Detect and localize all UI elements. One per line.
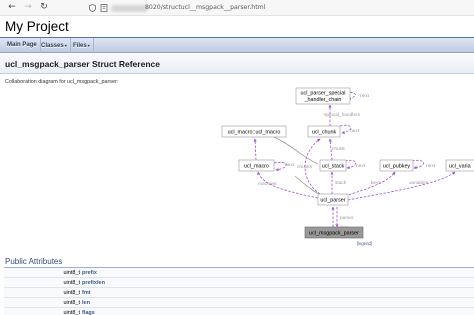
url-text[interactable]: 8020/structucl__msgpack__parser.html	[145, 2, 265, 14]
member-row: uint8_t fmt	[4, 288, 474, 298]
node-label: ucl_parser_special	[301, 91, 346, 97]
tab-classes-label: Classes	[41, 43, 64, 49]
node-ucl-macro-ucl-macro[interactable]: ucl_macro::ucl_macro	[221, 125, 287, 138]
page-title: ucl_msgpack_parser Struct Reference	[5, 59, 160, 69]
member-type: uint8_t	[63, 310, 80, 315]
edge-stack-next	[344, 159, 357, 170]
edge-label-chunks: chunks	[297, 164, 313, 170]
member-name-link[interactable]: prefix	[82, 268, 97, 278]
member-name-link[interactable]: len	[82, 298, 90, 308]
node-label: ucl_macro::ucl_macro	[228, 130, 281, 136]
node-ucl-pubkey[interactable]: ucl_pubkey	[379, 159, 414, 172]
member-row: uint8_t prefix	[4, 268, 474, 278]
node-label: ucl_parser	[320, 198, 345, 204]
browser-toolbar: ← → ↻ 8020/structucl__msgpack__parser.ht…	[0, 0, 474, 16]
edge-gray-2	[294, 175, 323, 197]
member-row: uint8_t flags	[4, 308, 474, 315]
node-ucl-macro[interactable]: ucl_macro	[238, 159, 275, 172]
node-label: ucl_macro	[244, 164, 269, 170]
project-name: My Project	[5, 19, 69, 34]
reload-icon[interactable]: ↻	[38, 1, 50, 14]
chevron-down-icon: ▾	[87, 43, 90, 48]
node-ucl-msgpack-parser: ucl_msgpack_parser	[304, 226, 364, 239]
tab-main-page[interactable]: Main Page	[4, 38, 41, 53]
edge-label-stack: stack	[335, 180, 347, 186]
redacted-host	[111, 5, 148, 12]
member-list: uint8_t prefix uint8_t prefixlen uint8_t…	[4, 268, 474, 315]
member-type: uint8_t	[63, 290, 80, 296]
node-special-handler-chain[interactable]: ucl_parser_special _handler_chain	[295, 87, 351, 105]
back-icon[interactable]: ←	[6, 1, 18, 14]
legend-link[interactable]: [legend]	[357, 241, 372, 247]
edge-label-variables: variables	[409, 180, 429, 186]
member-type: uint8_t	[63, 270, 80, 276]
member-name-link[interactable]: flags	[82, 308, 95, 315]
node-ucl-chunk[interactable]: ucl_chunk	[307, 125, 341, 138]
tab-classes[interactable]: Classes▾	[38, 38, 71, 53]
edge-label-parser: parser	[340, 215, 354, 221]
page-info-icon[interactable]	[100, 4, 108, 12]
node-label: _handler_chain	[304, 97, 342, 103]
edge-label-keys: keys	[371, 180, 381, 186]
address-bar[interactable]: 8020/structucl__msgpack__parser.html	[85, 2, 474, 14]
node-label: ucl_stack	[322, 164, 345, 170]
tab-files[interactable]: Files▾	[70, 38, 94, 53]
page-header: ucl_msgpack_parser Struct Reference	[0, 54, 474, 74]
node-ucl-parser[interactable]: ucl_parser	[317, 193, 349, 206]
edge-label-special-handlers: special_handlers	[324, 112, 361, 118]
node-label: ucl_chunk	[312, 130, 337, 136]
project-title-area: My Project	[0, 16, 474, 38]
edge-label-next: next	[350, 128, 360, 134]
edge-label-next: next	[426, 163, 436, 169]
edge-label-chunk: chunk	[332, 146, 345, 152]
member-type: uint8_t	[63, 300, 80, 306]
shield-icon	[89, 4, 96, 12]
collaboration-diagram: next special_handlers next chunk next ne…	[221, 87, 474, 239]
forward-icon[interactable]: →	[22, 1, 34, 14]
node-label: ucl_msgpack_parser	[309, 231, 359, 237]
node-label: ucl_varia	[449, 164, 471, 170]
member-row: uint8_t prefixlen	[4, 278, 474, 288]
edge-label-next: next	[360, 93, 370, 99]
node-label: ucl_pubkey	[383, 164, 411, 170]
tab-main-page-label: Main Page	[7, 42, 37, 48]
edge-label-macroes: macroes	[258, 181, 277, 187]
edge-pubkey-next	[411, 159, 424, 170]
chevron-down-icon: ▾	[64, 43, 67, 48]
edge-macro-ucl-macro	[253, 138, 257, 161]
node-ucl-stack[interactable]: ucl_stack	[319, 159, 347, 172]
member-type: uint8_t	[63, 280, 80, 286]
edge-parser-variables	[347, 171, 456, 201]
tab-files-label: Files	[73, 43, 87, 49]
node-ucl-variable[interactable]: ucl_varia	[445, 159, 474, 172]
member-row: uint8_t len	[4, 298, 474, 308]
member-name-link[interactable]: fmt	[82, 288, 91, 298]
edge-label-next: next	[285, 162, 295, 168]
main-nav-tabs: Main Page Classes▾ Files▾	[0, 38, 474, 53]
member-name-link[interactable]: prefixlen	[82, 278, 105, 288]
edge-label-next: next	[356, 163, 366, 169]
